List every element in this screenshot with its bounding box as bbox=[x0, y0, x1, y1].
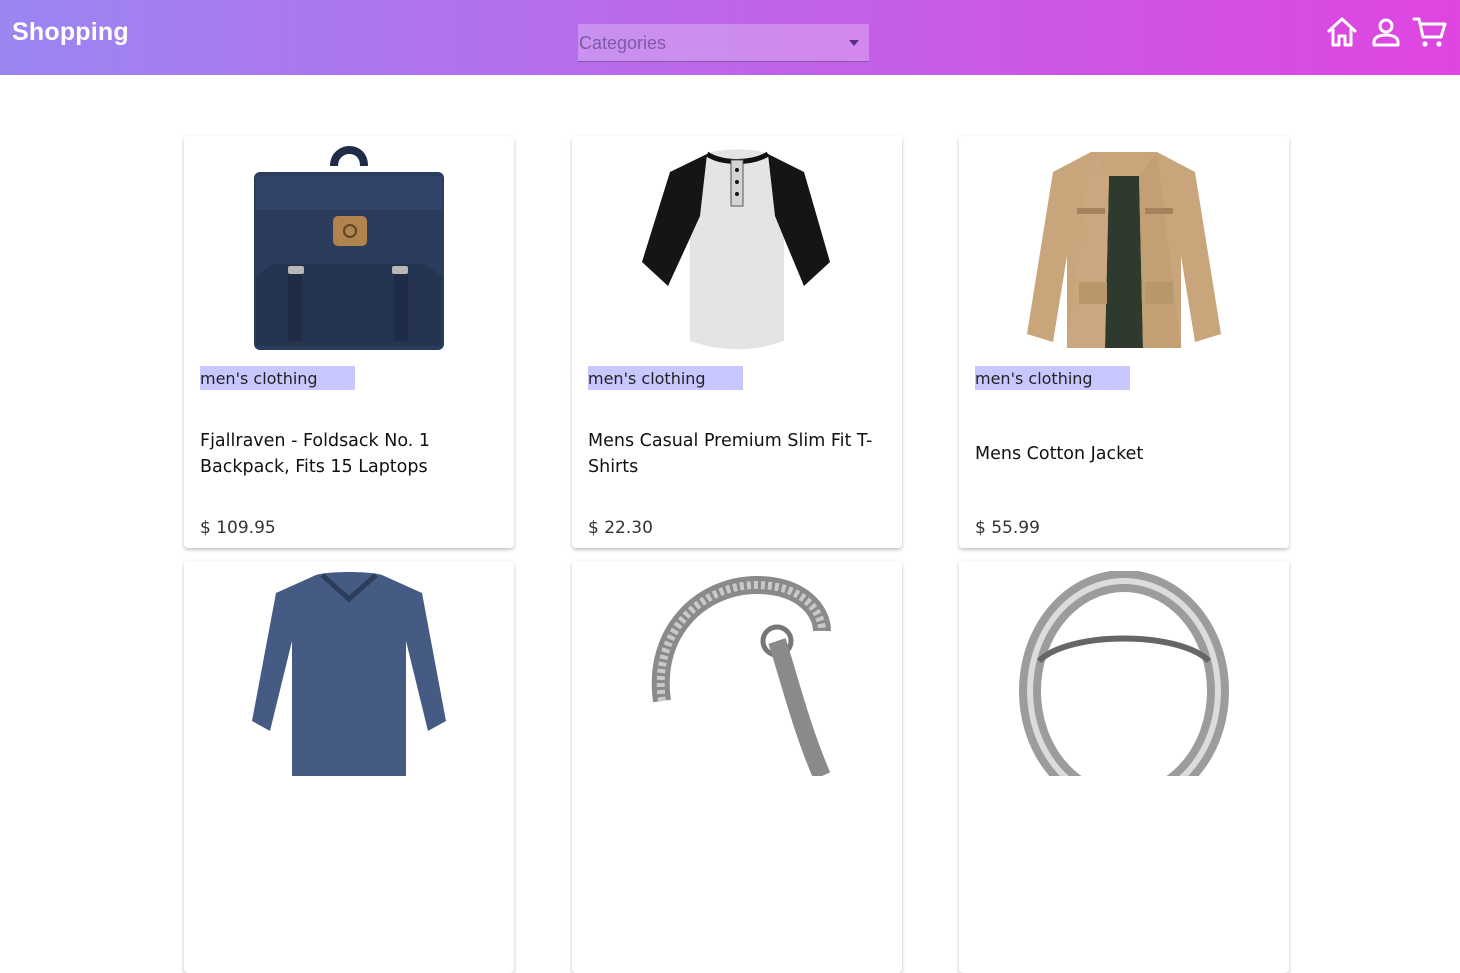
product-image-jacket bbox=[1027, 152, 1221, 348]
product-price: $ 55.99 bbox=[975, 518, 1040, 538]
chevron-down-icon bbox=[849, 40, 859, 46]
product-title[interactable]: Fjallraven - Foldsack No. 1 Backpack, Fi… bbox=[200, 426, 500, 482]
home-icon[interactable] bbox=[1324, 14, 1360, 50]
product-image-t-shirt bbox=[642, 149, 830, 350]
product-image-long-sleeve-shirt bbox=[252, 572, 446, 776]
category-select[interactable]: Categories bbox=[578, 24, 869, 62]
product-image-bracelet bbox=[651, 575, 831, 776]
product-card[interactable] bbox=[572, 561, 902, 973]
product-image-backpack bbox=[254, 146, 444, 350]
cart-icon[interactable] bbox=[1412, 14, 1448, 50]
account-icon[interactable] bbox=[1368, 14, 1404, 50]
product-card[interactable]: men's clothing Fjallraven - Foldsack No.… bbox=[184, 136, 514, 548]
product-image-ring bbox=[1019, 571, 1229, 776]
category-select-value: Categories bbox=[579, 33, 667, 53]
category-chip: men's clothing bbox=[588, 366, 743, 390]
brand-title[interactable]: Shopping bbox=[12, 18, 129, 47]
app-bar: Shopping Categories bbox=[0, 0, 1460, 75]
product-price: $ 109.95 bbox=[200, 518, 276, 538]
product-card[interactable] bbox=[959, 561, 1289, 973]
category-chip: men's clothing bbox=[975, 366, 1130, 390]
product-price: $ 22.30 bbox=[588, 518, 653, 538]
product-title[interactable]: Mens Cotton Jacket bbox=[975, 426, 1275, 482]
header-actions bbox=[1324, 14, 1448, 50]
product-card[interactable]: men's clothing Mens Casual Premium Slim … bbox=[572, 136, 902, 548]
product-title[interactable]: Mens Casual Premium Slim Fit T-Shirts bbox=[588, 426, 888, 482]
product-card[interactable] bbox=[184, 561, 514, 973]
product-card[interactable]: men's clothing Mens Cotton Jacket $ 55.9… bbox=[959, 136, 1289, 548]
category-chip: men's clothing bbox=[200, 366, 355, 390]
